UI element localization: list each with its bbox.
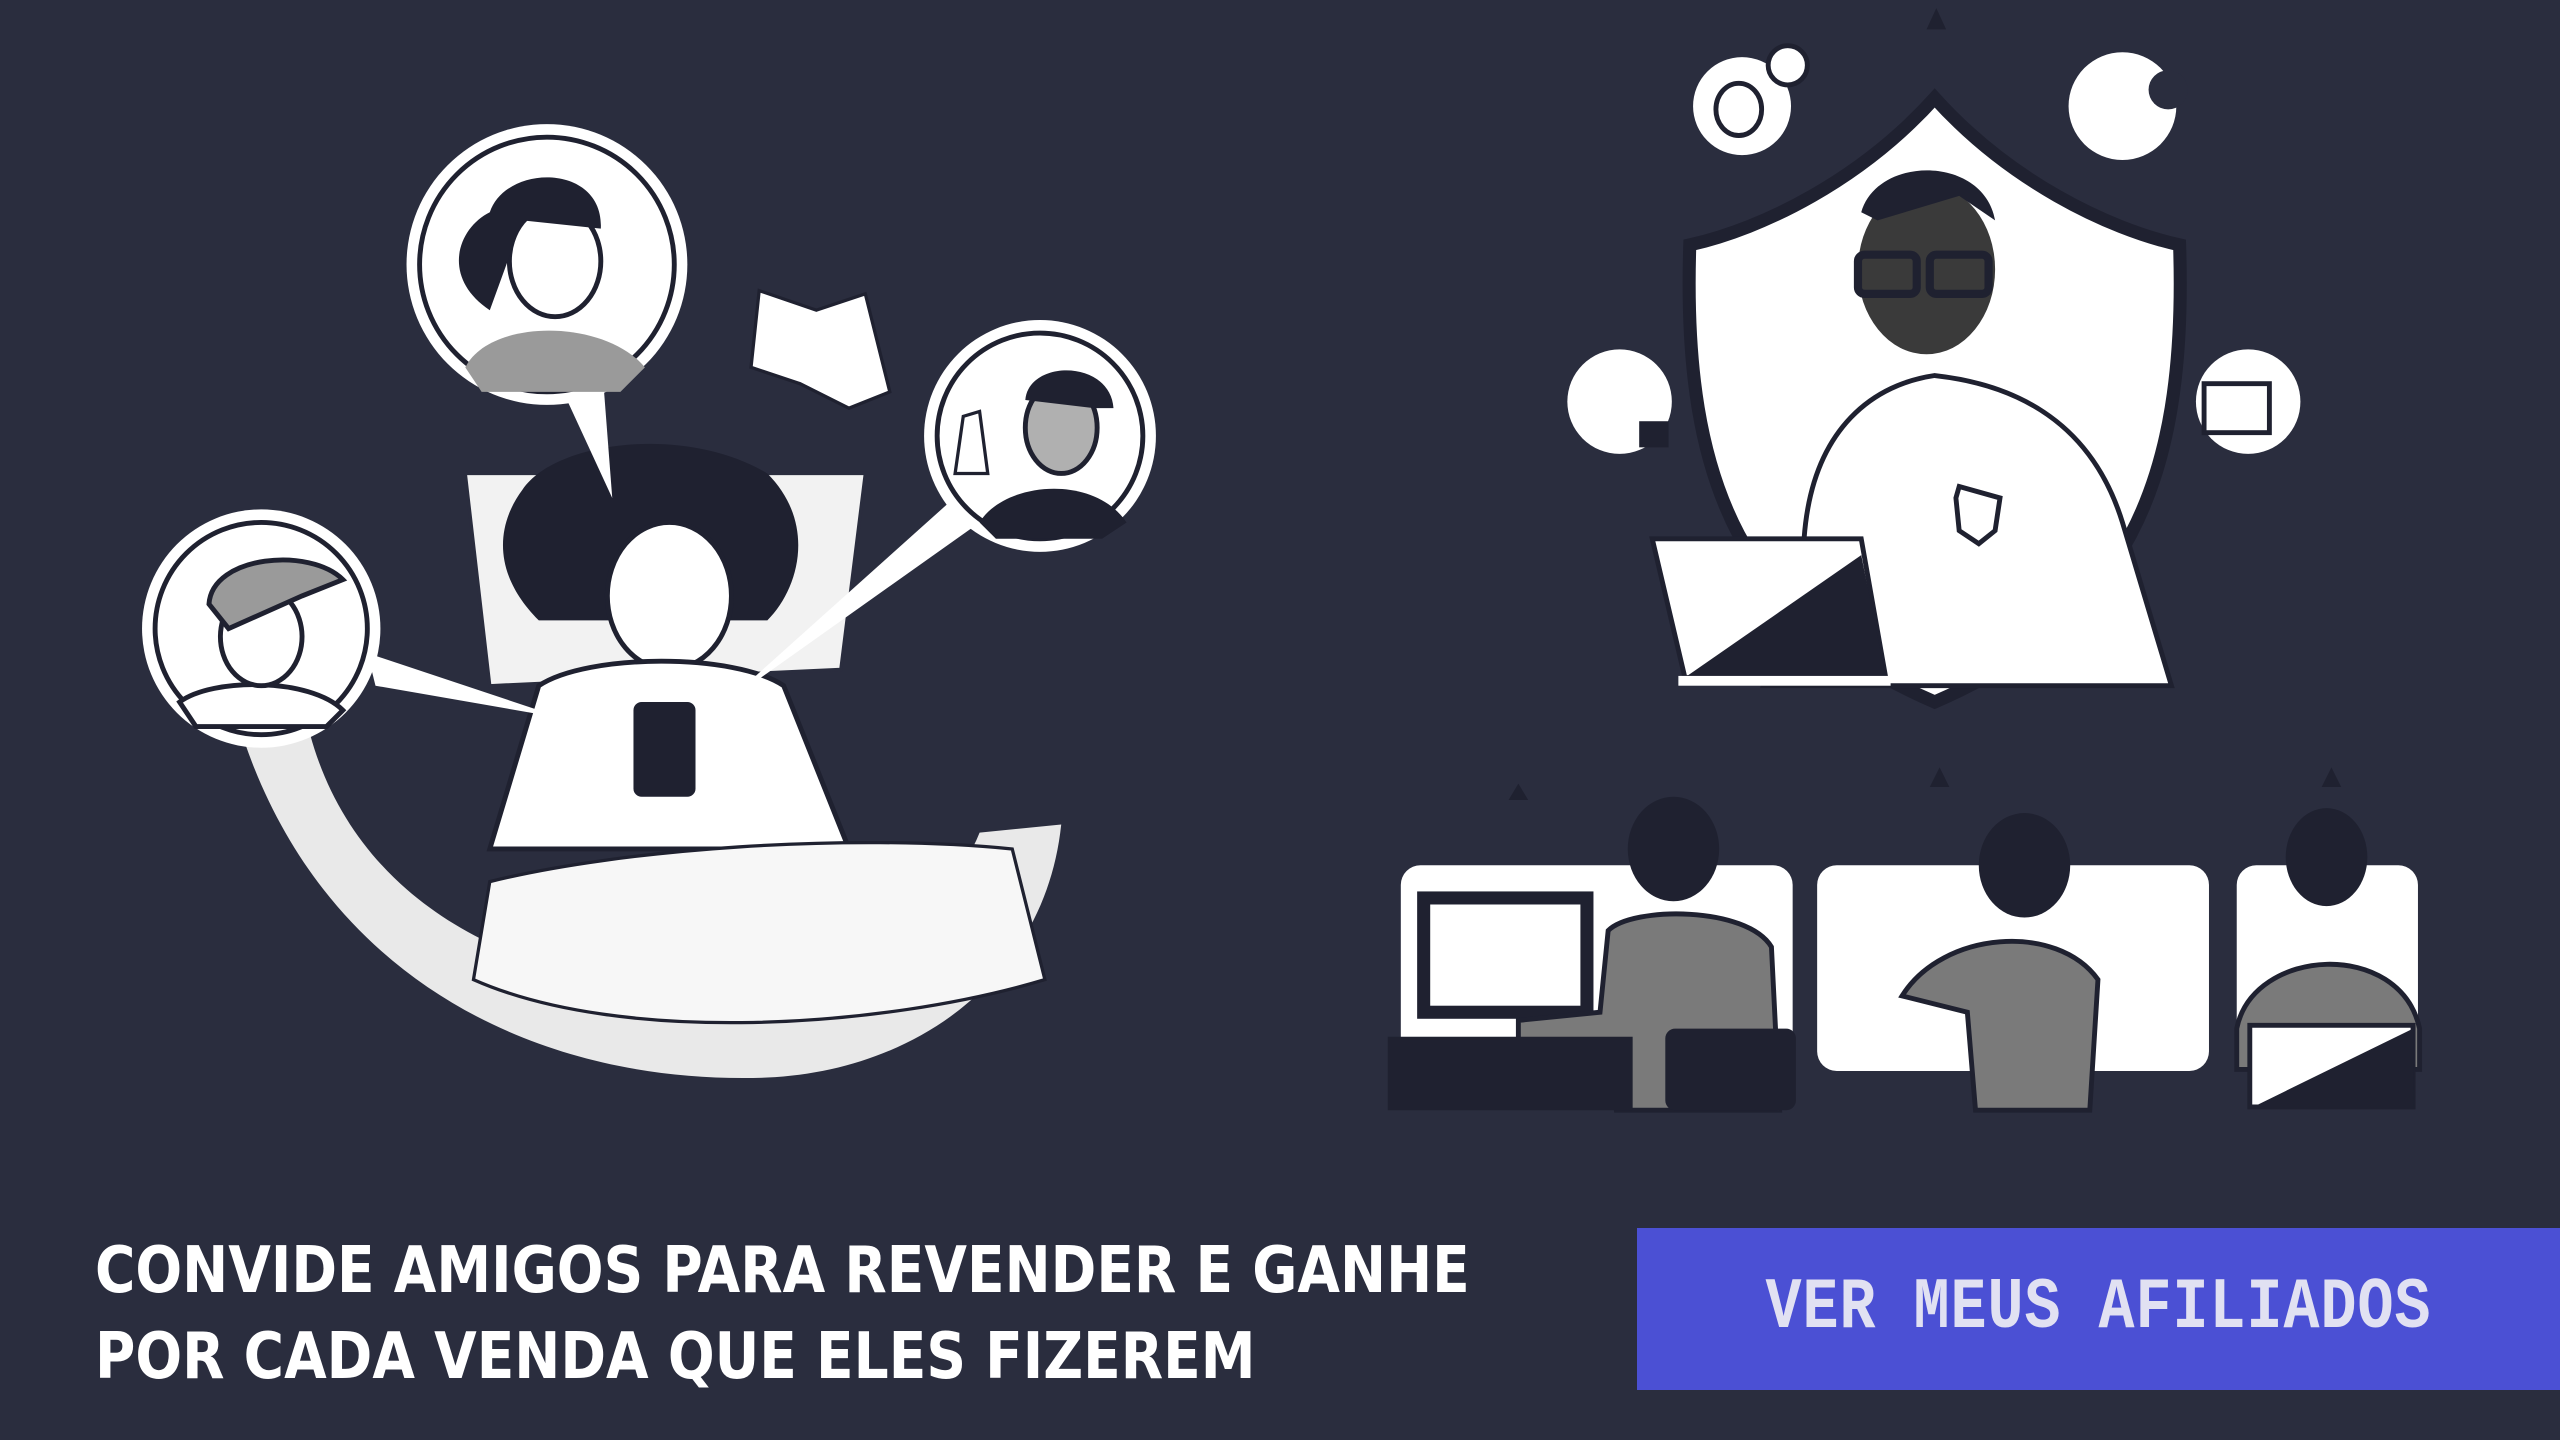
folder-lock-icon — [2195, 349, 2301, 454]
book-icon — [749, 288, 892, 410]
remote-workers-illustration — [1387, 767, 2423, 1113]
friend-avatar-top — [406, 124, 688, 498]
view-affiliates-button[interactable]: VER MEUS AFILIADOS — [1637, 1228, 2560, 1390]
headline-line-2: POR CADA VENDA QUE ELES FIZEREM — [95, 1320, 1256, 1394]
headline: CONVIDE AMIGOS PARA REVENDER E GANHE POR… — [95, 1228, 1470, 1400]
view-affiliates-button-label: VER MEUS AFILIADOS — [1765, 1268, 2432, 1350]
security-agent-illustration — [1649, 88, 2187, 710]
shield-badge-icon — [1953, 483, 2003, 547]
illustration — [142, 8, 2423, 1113]
headline-line-1: CONVIDE AMIGOS PARA REVENDER E GANHE — [95, 1234, 1470, 1308]
